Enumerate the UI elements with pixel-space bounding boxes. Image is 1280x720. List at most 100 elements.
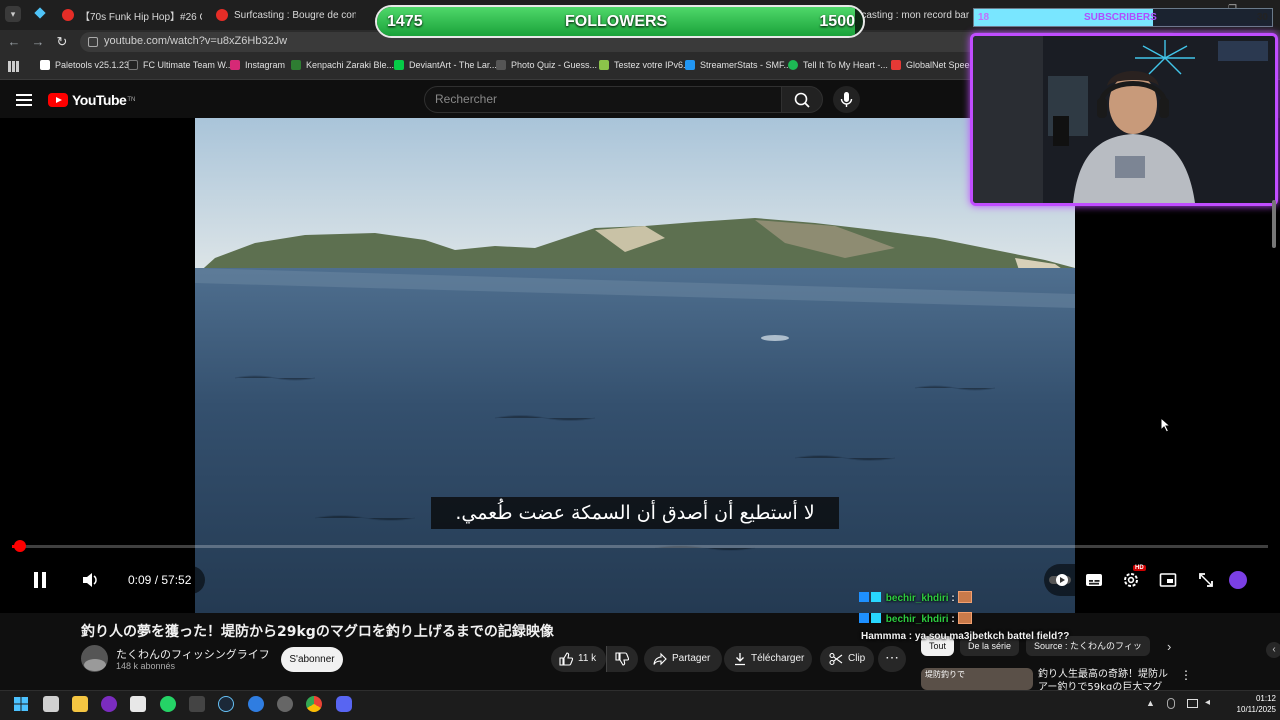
page-scrollbar[interactable] [1272,200,1276,248]
volume-icon [83,573,97,587]
forward-arrow-icon[interactable]: → [30,34,46,50]
channel-name[interactable]: たくわんのフィッシングライフ [116,646,270,662]
back-arrow-icon[interactable]: ← [6,34,22,50]
recommendation-title[interactable]: 釣り人生最高の奇跡！堤防ルアー釣りで59kgの巨大マグロを [1038,668,1168,692]
video-frame[interactable] [195,118,1075,613]
file-explorer-icon[interactable] [72,696,88,712]
bookmark-item[interactable]: Tell It To My Heart -... [788,60,888,70]
app-icon[interactable] [248,696,264,712]
bookmark-icon [40,60,50,70]
extension-icon[interactable] [1229,571,1247,589]
subscribers-label: SUBSCRIBERS [1084,12,1157,23]
site-info-icon[interactable] [88,37,98,47]
tab-funk-hip-hop[interactable]: 【70s Funk Hip Hop】#26 Class ✕ [62,4,202,26]
chat-text: ya sou ma3jbetkch battel field?? [914,631,1070,642]
gem-tab-icon[interactable] [34,7,46,19]
tab-search-icon[interactable]: ▾ [5,6,21,22]
bookmark-icon [891,60,901,70]
bookmark-item[interactable]: FC Ultimate Team W... [128,60,233,70]
volume-button[interactable] [72,562,108,598]
followers-label: FOLLOWERS [565,13,668,30]
taskbar-clock[interactable]: 01:12 10/11/2025 [1224,693,1276,715]
app-icon[interactable] [189,696,205,712]
share-button[interactable]: Partager [644,646,722,672]
voice-search-button[interactable] [833,86,860,113]
bookmark-item[interactable]: StreamerStats - SMF... [685,60,791,70]
reload-icon[interactable]: ↻ [54,34,70,50]
like-button[interactable]: 11 k [551,646,606,672]
tab-surfcasting-congre[interactable]: Surfcasting : Bougre de congr ✕ [216,4,356,26]
progress-bar[interactable] [12,545,1268,548]
display-tray-icon[interactable] [1187,699,1198,708]
autoplay-toggle-icon[interactable] [1048,571,1074,589]
clock-date: 10/11/2025 [1236,705,1276,714]
search-button[interactable] [781,86,823,113]
bookmark-item[interactable]: Paletools v25.1.23 [40,60,129,70]
discord-icon[interactable] [336,696,352,712]
bookmark-item[interactable]: Testez votre IPv6. [599,60,686,70]
microphone-tray-icon[interactable] [1167,698,1175,709]
chat-badge-icon [859,613,869,623]
windows-start-icon[interactable] [13,696,29,712]
chrome-icon[interactable] [306,696,322,712]
channel-avatar[interactable] [81,645,108,672]
progress-scrubber[interactable] [14,540,26,552]
app-icon[interactable] [130,696,146,712]
bookmark-item[interactable]: DeviantArt - The Lar... [394,60,497,70]
side-chevron-icon[interactable]: ‹ [1266,642,1280,658]
menu-icon[interactable] [16,94,32,106]
clip-button[interactable]: Clip [820,646,874,672]
chat-badge-icon [859,592,869,602]
download-button[interactable]: Télécharger [724,646,812,672]
tab-label: Surfcasting : Bougre de congr [234,9,356,21]
youtube-tab-icon [216,9,228,21]
share-icon [653,652,667,666]
recommendation-thumbnail[interactable]: 堤防釣りで [921,668,1033,690]
chat-username: Hammma [861,631,907,642]
chat-username: bechir_khdiri [885,614,949,625]
thumbs-down-icon [615,652,629,666]
bookmark-icon [599,60,609,70]
more-vertical-icon[interactable]: ⋮ [1180,668,1192,682]
more-actions-button[interactable]: ⋯ [878,646,906,672]
whatsapp-icon[interactable] [160,696,176,712]
youtube-play-icon [48,93,68,107]
chat-emote [957,612,972,624]
bookmark-item[interactable]: Instagram [230,60,285,70]
bookmark-item[interactable]: GlobalNet Speed [891,60,975,70]
volume-tray-icon[interactable]: ◂ [1205,697,1210,708]
apps-grid-icon[interactable] [8,61,19,72]
url-text[interactable]: youtube.com/watch?v=u8xZ6Hb32Jw [104,35,287,47]
tray-chevron-icon[interactable]: ▲ [1146,698,1155,708]
followers-goal: 1500 [819,13,855,30]
bookmark-item[interactable]: Photo Quiz - Guess... [496,60,597,70]
chevron-right-icon[interactable]: › [1167,639,1171,654]
chat-message: bechir_khdiri : [859,612,972,625]
dislike-button[interactable] [606,646,638,672]
steam-icon[interactable] [218,696,234,712]
pause-button[interactable] [22,562,58,598]
settings-gear-icon[interactable] [1122,571,1140,589]
bookmark-item[interactable]: Kenpachi Zaraki Ble... [291,60,394,70]
video-title: 釣り人の夢を獲った！堤防から29kgのマグロを釣り上げるまでの記録映像 [81,624,554,640]
subscribers-goal: 30 [1256,12,1268,23]
subscribe-button[interactable]: S'abonner [281,647,343,672]
clock-time: 01:12 [1255,694,1276,703]
tab-label: 【70s Funk Hip Hop】#26 Class [80,11,202,23]
fullscreen-icon[interactable] [1197,571,1215,589]
search-icon [794,92,810,108]
app-icon[interactable] [277,696,293,712]
video-subtitle: لا أستطيع أن أصدق أن السمكة عضت طُعمي. [431,497,839,529]
app-icon[interactable] [101,696,117,712]
spotify-icon [788,60,798,70]
youtube-logo[interactable]: YouTube TN [48,92,135,108]
download-icon [735,653,745,666]
search-input[interactable]: Rechercher [424,86,782,113]
task-view-icon[interactable] [43,696,59,712]
hd-badge: HD [1133,565,1146,571]
miniplayer-icon[interactable] [1159,571,1177,589]
chat-message: Hammma : ya sou ma3jbetkch battel field?… [861,631,1070,642]
chat-badge-icon [871,613,881,623]
subtitles-icon[interactable] [1085,571,1103,589]
subscribers-goal-bar: 18 SUBSCRIBERS 30 [973,8,1273,27]
